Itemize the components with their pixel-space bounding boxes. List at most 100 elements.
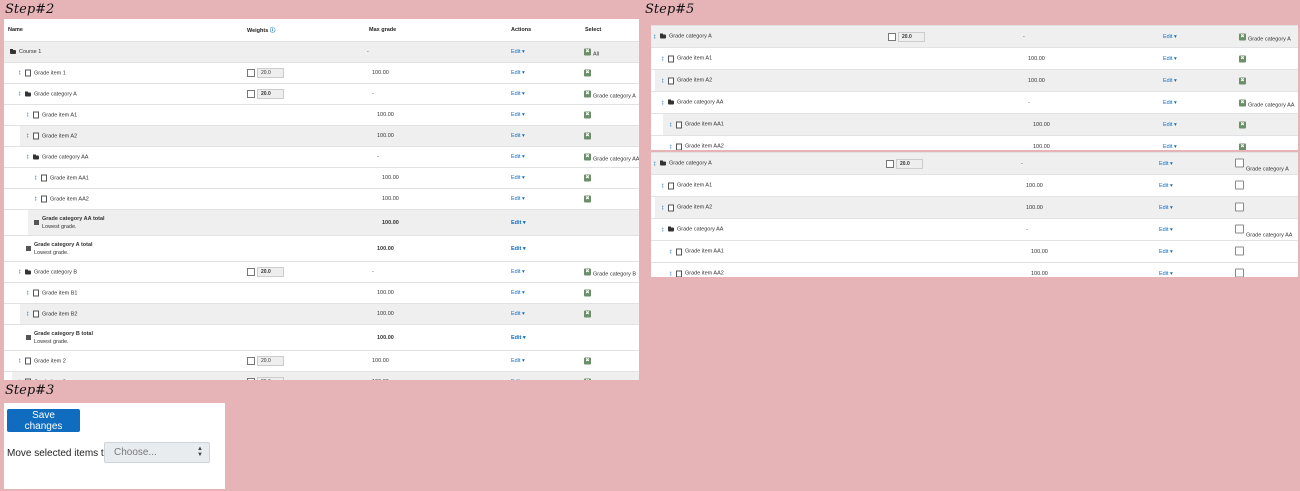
weight-input[interactable]: 20.0	[898, 31, 925, 42]
edit-menu-link[interactable]: Edit ▾	[1163, 78, 1177, 84]
max-grade-value: 100.00	[1028, 55, 1045, 62]
selected-checkbox[interactable]	[1239, 77, 1246, 84]
weight-override-checkbox[interactable]	[247, 357, 255, 365]
move-icon[interactable]: ↕	[26, 133, 30, 140]
move-icon[interactable]: ↕	[669, 143, 673, 150]
edit-menu-link[interactable]: Edit ▾	[511, 154, 525, 160]
select-checkbox[interactable]	[1235, 246, 1244, 255]
edit-menu-link[interactable]: Edit ▾	[1159, 227, 1173, 233]
edit-menu-link[interactable]: Edit ▾	[1159, 183, 1173, 189]
edit-menu-link[interactable]: Edit ▾	[1159, 271, 1173, 277]
move-icon[interactable]: ↕	[653, 160, 657, 167]
select-checkbox[interactable]	[1235, 224, 1244, 233]
move-to-select[interactable]: Choose... ▲ ▼	[104, 442, 210, 463]
move-icon[interactable]: ↕	[26, 154, 30, 161]
move-icon[interactable]: ↕	[26, 112, 30, 119]
weight-override-checkbox[interactable]	[247, 378, 255, 380]
move-icon[interactable]: ↕	[26, 290, 30, 297]
edit-menu-link[interactable]: Edit ▾	[511, 91, 525, 97]
edit-menu-link[interactable]: Edit ▾	[1159, 249, 1173, 255]
edit-menu-link[interactable]: Edit ▾	[1163, 122, 1177, 128]
selected-checkbox[interactable]	[1239, 99, 1246, 106]
selected-checkbox[interactable]	[584, 195, 591, 203]
selected-checkbox[interactable]	[584, 132, 591, 140]
selected-checkbox[interactable]	[584, 153, 591, 161]
move-icon[interactable]: ↕	[34, 196, 38, 203]
selected-checkbox[interactable]	[584, 69, 591, 77]
selected-checkbox[interactable]	[584, 357, 591, 365]
edit-menu-link[interactable]: Edit ▾	[511, 335, 526, 341]
grade-name: Grade category AA	[677, 100, 723, 106]
weight-override-checkbox[interactable]	[888, 32, 896, 41]
weight-input[interactable]: 20.0	[896, 158, 923, 169]
selected-checkbox[interactable]	[1239, 121, 1246, 128]
selected-checkbox[interactable]	[584, 111, 591, 119]
move-icon[interactable]: ↕	[661, 77, 665, 84]
weight-override-checkbox[interactable]	[247, 90, 255, 98]
edit-menu-link[interactable]: Edit ▾	[511, 196, 525, 202]
step5-before-panel: ↕ Grade category A 20.0 - Edit ▾ Grade catego…	[651, 25, 1298, 150]
selected-checkbox[interactable]	[1239, 143, 1246, 150]
help-icon[interactable]: ⓘ	[270, 28, 276, 34]
select-arrows-icon: ▲ ▼	[197, 446, 203, 458]
save-changes-button[interactable]: Save changes	[7, 409, 80, 432]
edit-menu-link[interactable]: Edit ▾	[511, 379, 525, 380]
edit-menu-link[interactable]: Edit ▾	[1163, 34, 1177, 40]
edit-menu-link[interactable]: Edit ▾	[511, 290, 525, 296]
grade-item-icon	[668, 77, 674, 84]
move-icon[interactable]: ↕	[18, 269, 22, 276]
edit-menu-link[interactable]: Edit ▾	[1163, 144, 1177, 150]
selected-checkbox[interactable]	[584, 174, 591, 182]
selected-checkbox[interactable]	[1239, 33, 1246, 40]
edit-menu-link[interactable]: Edit ▾	[511, 70, 525, 76]
edit-menu-link[interactable]: Edit ▾	[511, 311, 525, 317]
selected-checkbox[interactable]	[584, 289, 591, 297]
move-icon[interactable]: ↕	[653, 33, 657, 40]
move-icon[interactable]: ↕	[669, 270, 673, 277]
edit-menu-link[interactable]: Edit ▾	[511, 133, 525, 139]
move-icon[interactable]: ↕	[661, 204, 665, 211]
move-icon[interactable]: ↕	[18, 379, 22, 381]
move-icon[interactable]: ↕	[661, 99, 665, 106]
weight-input[interactable]: 20.0	[257, 356, 284, 366]
selected-checkbox[interactable]	[1239, 55, 1246, 62]
edit-menu-link[interactable]: Edit ▾	[511, 49, 525, 55]
move-icon[interactable]: ↕	[661, 55, 665, 62]
move-icon[interactable]: ↕	[34, 175, 38, 182]
edit-menu-link[interactable]: Edit ▾	[1159, 205, 1173, 211]
selected-checkbox[interactable]	[584, 268, 591, 276]
weight-override-checkbox[interactable]	[247, 69, 255, 77]
move-icon[interactable]: ↕	[669, 121, 673, 128]
edit-menu-link[interactable]: Edit ▾	[1163, 100, 1177, 106]
edit-menu-link[interactable]: Edit ▾	[511, 175, 525, 181]
edit-menu-link[interactable]: Edit ▾	[1159, 161, 1173, 167]
weight-input[interactable]: 20.0	[257, 267, 284, 277]
move-icon[interactable]: ↕	[26, 311, 30, 318]
indent-gutter	[4, 325, 20, 350]
move-icon[interactable]: ↕	[18, 358, 22, 365]
edit-menu-link[interactable]: Edit ▾	[511, 358, 525, 364]
move-icon[interactable]: ↕	[669, 248, 673, 255]
selected-checkbox[interactable]	[584, 48, 591, 56]
weight-input[interactable]: 20.0	[257, 89, 284, 99]
move-icon[interactable]: ↕	[18, 70, 22, 77]
selected-checkbox[interactable]	[584, 310, 591, 318]
move-icon[interactable]: ↕	[661, 226, 665, 233]
edit-menu-link[interactable]: Edit ▾	[511, 246, 526, 252]
edit-menu-link[interactable]: Edit ▾	[511, 269, 525, 275]
move-icon[interactable]: ↕	[661, 182, 665, 189]
selected-checkbox[interactable]	[584, 90, 591, 98]
edit-menu-link[interactable]: Edit ▾	[1163, 56, 1177, 62]
select-checkbox[interactable]	[1235, 158, 1244, 167]
select-checkbox[interactable]	[1235, 268, 1244, 277]
move-icon[interactable]: ↕	[18, 91, 22, 98]
select-checkbox[interactable]	[1235, 180, 1244, 189]
selected-checkbox[interactable]	[584, 378, 591, 380]
weight-input[interactable]: 20.0	[257, 377, 284, 380]
weight-input[interactable]: 20.0	[257, 68, 284, 78]
edit-menu-link[interactable]: Edit ▾	[511, 112, 525, 118]
select-checkbox[interactable]	[1235, 202, 1244, 211]
weight-override-checkbox[interactable]	[247, 268, 255, 276]
edit-menu-link[interactable]: Edit ▾	[511, 220, 526, 226]
weight-override-checkbox[interactable]	[886, 159, 894, 168]
